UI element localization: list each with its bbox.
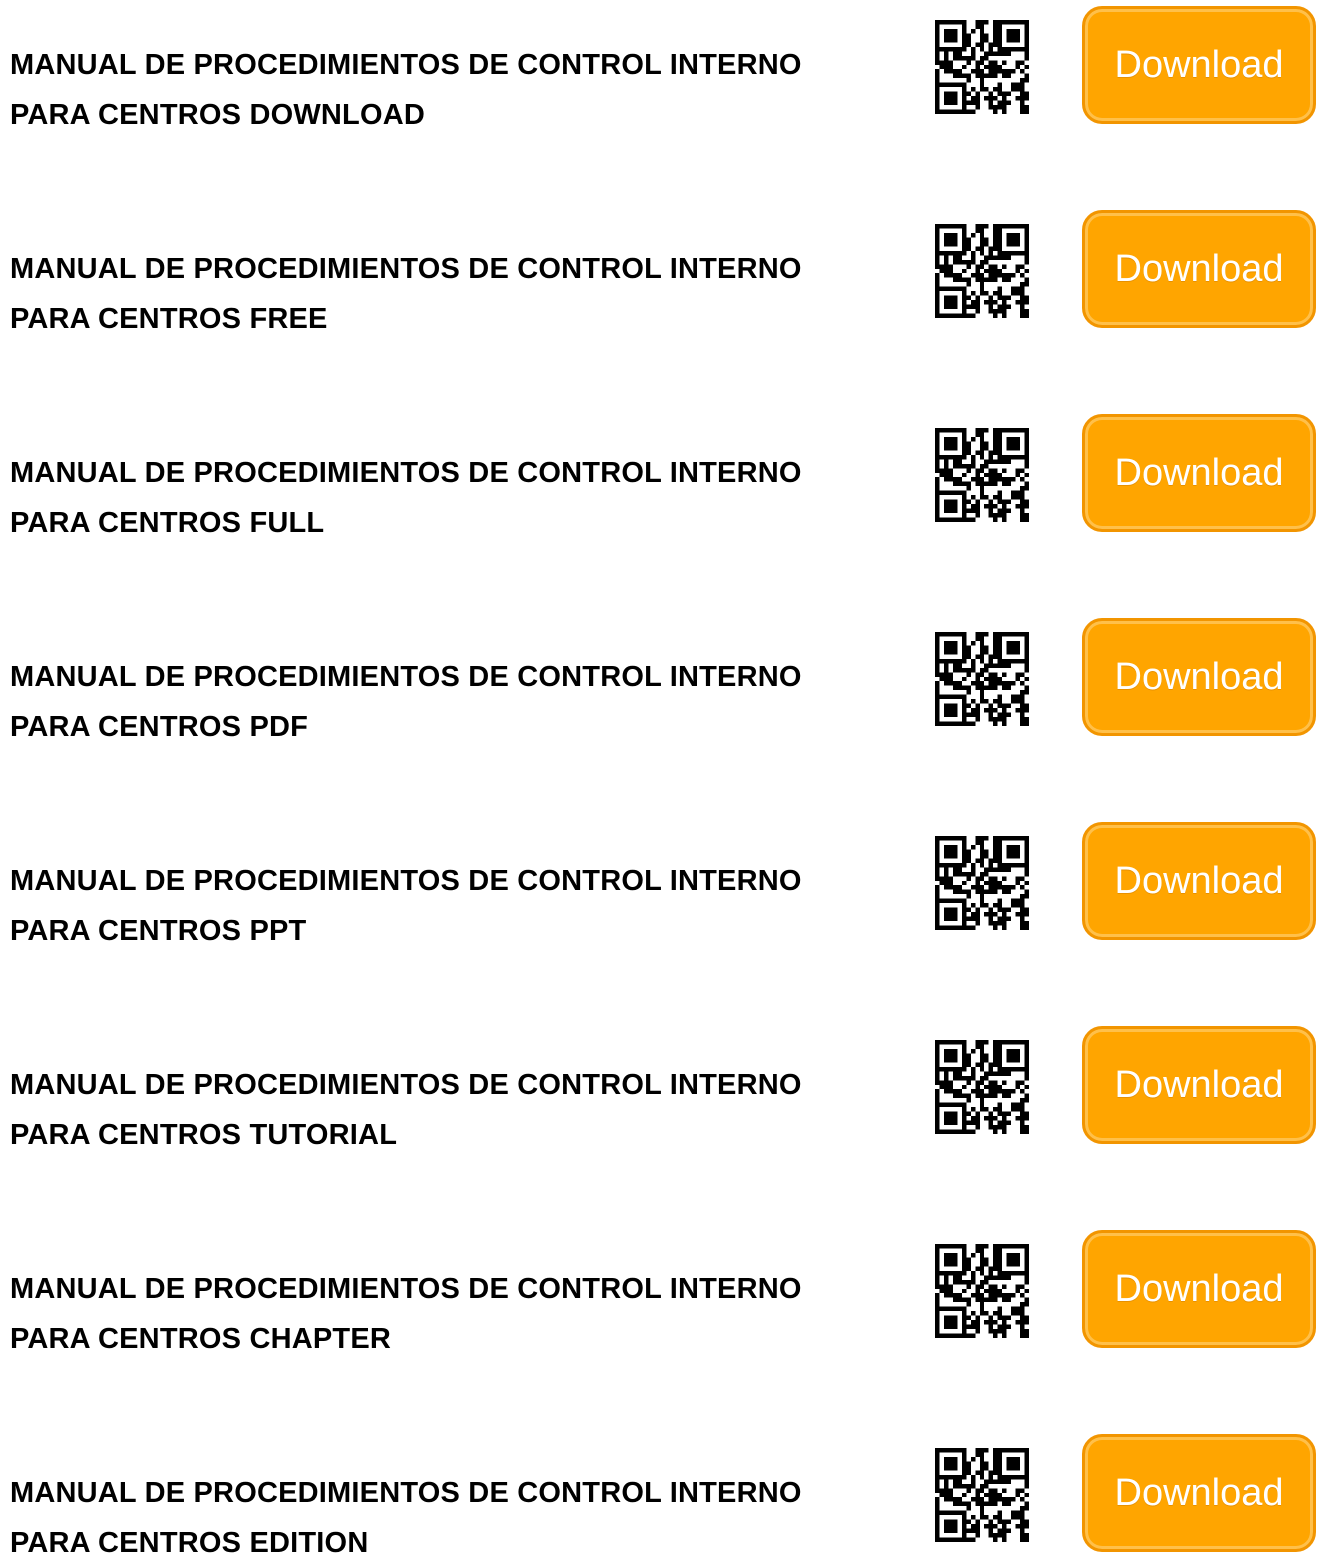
item-title: MANUAL DE PROCEDIMIENTOS DE CONTROL INTE… [10,1264,890,1364]
list-item: MANUAL DE PROCEDIMIENTOS DE CONTROL INTE… [0,408,1319,539]
list-item: MANUAL DE PROCEDIMIENTOS DE CONTROL INTE… [0,1020,1319,1151]
qr-code-icon [935,836,1029,930]
item-title: MANUAL DE PROCEDIMIENTOS DE CONTROL INTE… [10,40,890,140]
item-title-line-2: PARA CENTROS FREE [10,303,328,335]
item-title-line-1: MANUAL DE PROCEDIMIENTOS DE CONTROL INTE… [10,1069,802,1101]
download-button[interactable]: Download [1082,1230,1316,1348]
qr-code-icon [935,1244,1029,1338]
download-button[interactable]: Download [1082,822,1316,940]
qr-code-icon [935,1448,1029,1542]
list-item: MANUAL DE PROCEDIMIENTOS DE CONTROL INTE… [0,612,1319,743]
qr-code-icon [935,20,1029,114]
item-title-line-2: PARA CENTROS DOWNLOAD [10,99,426,131]
item-title-line-2: PARA CENTROS PDF [10,711,309,743]
download-button[interactable]: Download [1082,1026,1316,1144]
item-title: MANUAL DE PROCEDIMIENTOS DE CONTROL INTE… [10,448,890,548]
item-title: MANUAL DE PROCEDIMIENTOS DE CONTROL INTE… [10,1468,890,1568]
item-title-line-2: PARA CENTROS TUTORIAL [10,1119,398,1151]
item-title-line-1: MANUAL DE PROCEDIMIENTOS DE CONTROL INTE… [10,457,802,489]
item-title-line-1: MANUAL DE PROCEDIMIENTOS DE CONTROL INTE… [10,661,802,693]
item-title-line-2: PARA CENTROS CHAPTER [10,1323,392,1355]
list-item: MANUAL DE PROCEDIMIENTOS DE CONTROL INTE… [0,816,1319,947]
qr-code-icon [935,632,1029,726]
item-title-line-1: MANUAL DE PROCEDIMIENTOS DE CONTROL INTE… [10,865,802,897]
item-title-line-2: PARA CENTROS FULL [10,507,325,539]
item-title-line-2: PARA CENTROS EDITION [10,1527,369,1559]
list-item: MANUAL DE PROCEDIMIENTOS DE CONTROL INTE… [0,1224,1319,1355]
list-item: MANUAL DE PROCEDIMIENTOS DE CONTROL INTE… [0,204,1319,335]
download-button[interactable]: Download [1082,414,1316,532]
list-item: MANUAL DE PROCEDIMIENTOS DE CONTROL INTE… [0,1428,1319,1559]
download-button[interactable]: Download [1082,210,1316,328]
item-title-line-1: MANUAL DE PROCEDIMIENTOS DE CONTROL INTE… [10,1273,802,1305]
qr-code-icon [935,428,1029,522]
item-title-line-2: PARA CENTROS PPT [10,915,307,947]
qr-code-icon [935,224,1029,318]
item-title: MANUAL DE PROCEDIMIENTOS DE CONTROL INTE… [10,652,890,752]
item-title: MANUAL DE PROCEDIMIENTOS DE CONTROL INTE… [10,1060,890,1160]
qr-code-icon [935,1040,1029,1134]
download-list: MANUAL DE PROCEDIMIENTOS DE CONTROL INTE… [0,0,1319,1559]
download-button[interactable]: Download [1082,6,1316,124]
item-title-line-1: MANUAL DE PROCEDIMIENTOS DE CONTROL INTE… [10,253,802,285]
item-title: MANUAL DE PROCEDIMIENTOS DE CONTROL INTE… [10,856,890,956]
download-button[interactable]: Download [1082,618,1316,736]
item-title-line-1: MANUAL DE PROCEDIMIENTOS DE CONTROL INTE… [10,1477,802,1509]
download-button[interactable]: Download [1082,1434,1316,1552]
item-title-line-1: MANUAL DE PROCEDIMIENTOS DE CONTROL INTE… [10,49,802,81]
item-title: MANUAL DE PROCEDIMIENTOS DE CONTROL INTE… [10,244,890,344]
list-item: MANUAL DE PROCEDIMIENTOS DE CONTROL INTE… [0,0,1319,131]
